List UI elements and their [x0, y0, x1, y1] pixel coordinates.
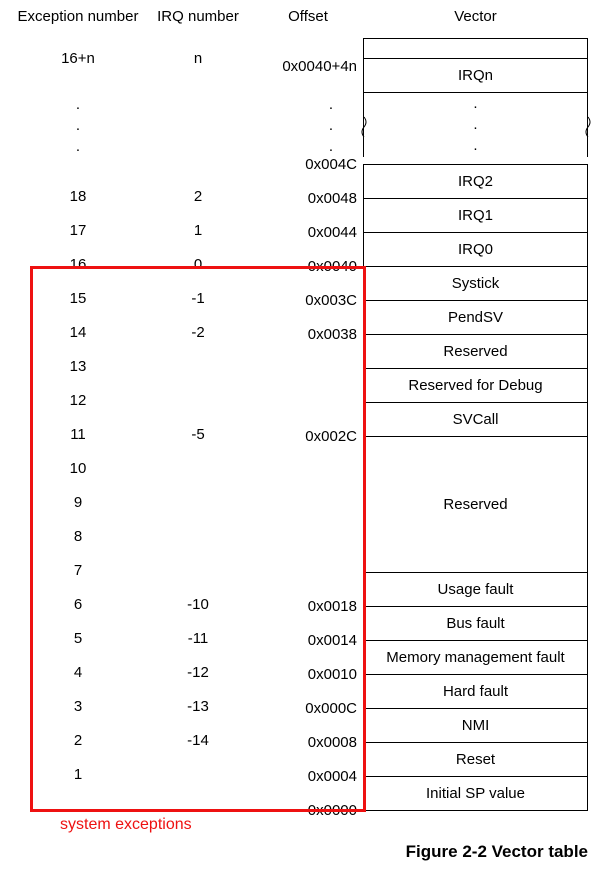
header-vector: Vector	[363, 8, 588, 25]
header-offset: Offset	[253, 8, 363, 25]
diagram-root: Exception number IRQ number Offset Vecto…	[0, 0, 614, 873]
header-exception-number: Exception number	[13, 8, 143, 25]
header-irq-number: IRQ number	[143, 8, 253, 25]
